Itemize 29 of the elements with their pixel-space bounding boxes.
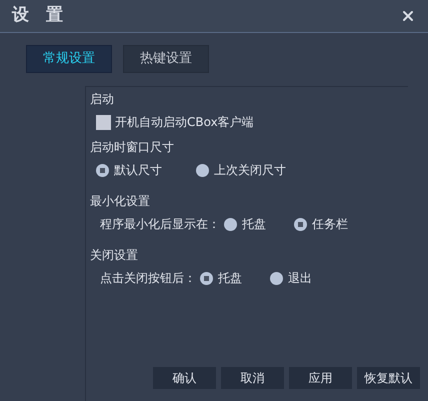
tab[interactable]: 热键设置 [123, 45, 209, 73]
option-prompt: 点击关闭按钮后： [99, 270, 196, 287]
option-label: 退出 [288, 270, 312, 287]
tab[interactable]: 常规设置 [26, 45, 112, 73]
option-label: 默认尺寸 [114, 162, 162, 179]
radio-button[interactable] [196, 164, 209, 176]
dialog-button[interactable]: 应用 [289, 367, 352, 389]
dialog-button[interactable]: 取消 [221, 367, 284, 389]
radio-button[interactable] [270, 272, 283, 284]
checkbox-option[interactable]: 开机自动启动CBox客户端 [96, 113, 254, 131]
option-label: 托盘 [242, 216, 266, 233]
option-label: 任务栏 [312, 216, 348, 233]
section-title: 启动 [90, 91, 115, 108]
radio-button[interactable] [294, 218, 307, 230]
radio-button[interactable] [200, 272, 213, 284]
radio-button[interactable] [224, 218, 237, 230]
dialog-button[interactable]: 恢复默认 [357, 367, 420, 389]
option-prompt: 程序最小化后显示在： [99, 216, 220, 233]
radio-button[interactable] [96, 164, 109, 176]
checkbox[interactable] [96, 114, 111, 130]
option-label: 开机自动启动CBox客户端 [115, 114, 254, 131]
option-label: 上次关闭尺寸 [214, 162, 286, 179]
option-label: 托盘 [218, 270, 242, 287]
dialog-button[interactable]: 确认 [153, 367, 216, 389]
close-icon[interactable] [400, 8, 416, 24]
section-title: 启动时窗口尺寸 [90, 139, 175, 156]
section-title: 最小化设置 [90, 193, 151, 210]
window-title: 设 置 [12, 4, 63, 28]
section-title: 关闭设置 [90, 247, 139, 264]
